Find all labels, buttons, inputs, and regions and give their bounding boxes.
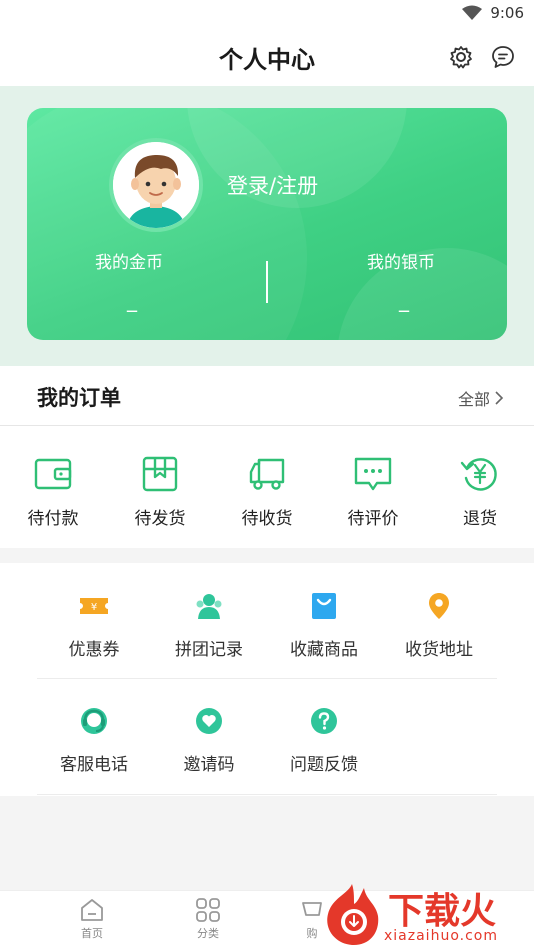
chevron-right-icon	[495, 391, 504, 405]
tab-label: 分类	[197, 927, 219, 940]
service-label: 问题反馈	[290, 755, 358, 775]
silver-coin-value: _	[399, 288, 409, 312]
wallet-icon	[34, 458, 72, 490]
service-favorites[interactable]: 收藏商品	[269, 591, 379, 660]
watermark-logo: 下载火 xiazaihuo.com	[318, 880, 534, 949]
service-address[interactable]: 收货地址	[384, 591, 494, 660]
service-label: 邀请码	[183, 755, 235, 775]
service-label: 收藏商品	[290, 640, 358, 660]
order-pending-receipt[interactable]: 待收货	[227, 452, 307, 529]
order-pending-payment[interactable]: 待付款	[13, 452, 93, 529]
truck-icon	[249, 458, 285, 490]
headset-icon	[81, 708, 107, 734]
home-icon	[81, 899, 103, 921]
question-icon	[311, 708, 337, 734]
flame-logo-icon	[327, 884, 379, 946]
order-label: 待收货	[241, 509, 293, 529]
package-icon	[142, 456, 178, 492]
location-icon	[429, 593, 449, 619]
svg-text:¥: ¥	[91, 602, 97, 613]
order-label: 待发货	[134, 509, 186, 529]
service-label: 客服电话	[60, 755, 128, 775]
orders-section: 我的订单 全部 待付款 待发货 待收货 待评价 退货	[0, 366, 534, 548]
coupon-icon: ¥	[80, 598, 108, 614]
service-group-records[interactable]: 拼团记录	[154, 591, 264, 660]
order-refund[interactable]: 退货	[440, 452, 520, 529]
divider	[37, 678, 497, 679]
comment-icon	[354, 457, 392, 491]
service-coupon[interactable]: ¥ 优惠券	[39, 591, 149, 660]
order-label: 待评价	[347, 509, 399, 529]
status-time: 9:06	[490, 4, 524, 22]
wifi-icon	[462, 5, 483, 20]
all-orders-link[interactable]: 全部	[458, 386, 504, 410]
status-bar: 9:06	[0, 0, 534, 28]
grid-icon	[196, 898, 220, 922]
login-register-link[interactable]: 登录/注册	[227, 170, 318, 200]
order-pending-shipment[interactable]: 待发货	[120, 452, 200, 529]
bag-icon	[312, 593, 336, 619]
orders-title: 我的订单	[37, 386, 121, 410]
order-pending-review[interactable]: 待评价	[333, 452, 413, 529]
watermark-text: 下载火	[388, 891, 497, 932]
avatar[interactable]	[109, 138, 203, 232]
services-section: ¥ 优惠券 拼团记录 收藏商品 收货地址 客服电话 邀请码 问题反馈	[0, 563, 534, 796]
heart-icon	[196, 708, 222, 734]
order-label: 退货	[463, 509, 497, 529]
message-icon[interactable]	[490, 44, 516, 70]
service-feedback[interactable]: 问题反馈	[269, 706, 379, 775]
tab-home[interactable]: 首页	[62, 897, 122, 941]
service-label: 优惠券	[68, 640, 120, 660]
coin-divider	[266, 261, 268, 303]
service-label: 拼团记录	[175, 640, 243, 660]
order-label: 待付款	[27, 509, 79, 529]
gear-icon[interactable]	[448, 44, 474, 70]
service-label: 收货地址	[405, 640, 473, 660]
service-invite-code[interactable]: 邀请码	[154, 706, 264, 775]
divider	[0, 425, 534, 426]
group-icon	[196, 594, 222, 619]
gold-coin-label[interactable]: 我的金币	[95, 248, 163, 273]
profile-card: 登录/注册 我的金币 _ 我的银币 _	[27, 108, 507, 340]
silver-coin-label[interactable]: 我的银币	[367, 248, 435, 273]
header: 个人中心	[0, 28, 534, 86]
service-customer-phone[interactable]: 客服电话	[39, 706, 149, 775]
all-orders-label: 全部	[457, 390, 490, 409]
gold-coin-value: _	[127, 288, 137, 312]
watermark-domain: xiazaihuo.com	[384, 928, 498, 944]
refund-icon	[460, 458, 497, 491]
tab-label: 首页	[81, 927, 103, 940]
tab-category[interactable]: 分类	[178, 897, 238, 941]
user-avatar-icon	[113, 142, 199, 228]
divider	[37, 794, 497, 795]
